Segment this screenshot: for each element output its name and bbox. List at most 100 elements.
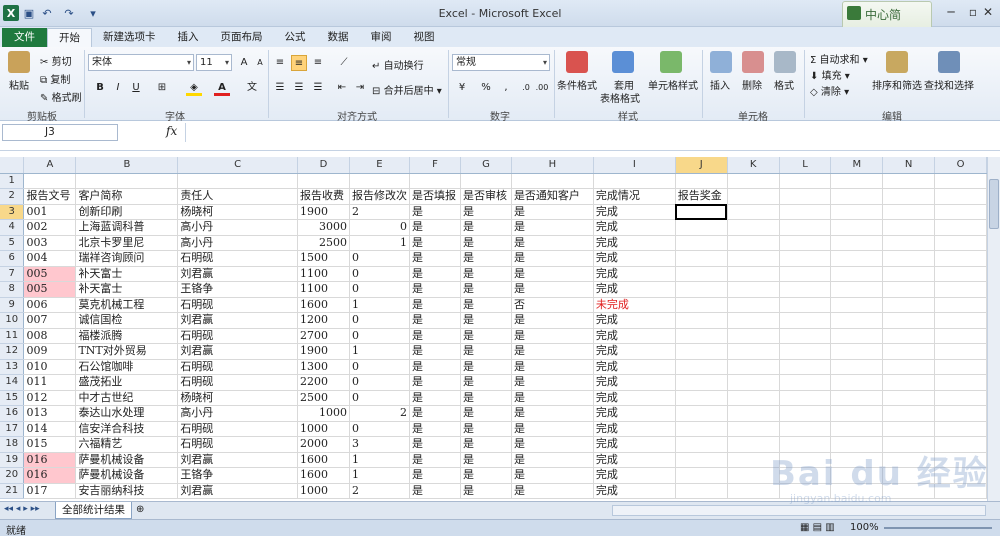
insert-cells-icon[interactable] [710, 51, 732, 73]
cell[interactable] [675, 421, 728, 437]
cell[interactable]: 0 [349, 219, 410, 236]
cell[interactable]: 客户简称 [75, 188, 179, 205]
cell[interactable] [934, 266, 987, 282]
cell[interactable] [934, 312, 987, 329]
column-header[interactable]: C [177, 157, 298, 174]
cell[interactable]: 是 [409, 467, 461, 484]
cell[interactable]: 石明砚 [177, 250, 298, 267]
cell[interactable] [830, 235, 884, 251]
bold-button[interactable]: B [92, 80, 108, 96]
cell[interactable]: 是 [409, 235, 461, 251]
cell[interactable]: 004 [23, 250, 77, 267]
cell[interactable] [830, 173, 884, 189]
row-header[interactable]: 5 [0, 235, 25, 251]
cell[interactable]: 012 [23, 390, 77, 406]
cell[interactable]: 1 [349, 452, 410, 468]
conditional-format-button[interactable]: 条件格式 [557, 77, 597, 92]
cell[interactable]: 3000 [297, 219, 350, 236]
row-header[interactable]: 15 [0, 390, 25, 406]
cell[interactable]: 是 [511, 452, 594, 468]
cell[interactable]: 是 [511, 421, 594, 437]
cell[interactable]: 是 [460, 204, 512, 220]
sheet-nav-arrows[interactable]: ◂◂ ◂ ▸ ▸▸ [4, 504, 40, 514]
row-header[interactable]: 16 [0, 405, 25, 422]
cell[interactable]: 中才古世纪 [75, 390, 179, 406]
cell[interactable]: 是 [511, 250, 594, 267]
column-header[interactable]: M [830, 157, 884, 174]
cell[interactable]: 1600 [297, 297, 350, 313]
cell[interactable]: 完成 [593, 483, 676, 499]
cell[interactable]: 石明砚 [177, 374, 298, 391]
cell[interactable]: 2200 [297, 374, 350, 391]
cell[interactable] [675, 173, 728, 189]
cell[interactable]: 015 [23, 436, 77, 453]
view-buttons-icon[interactable]: ▦ ▤ ▥ [800, 522, 835, 533]
cell[interactable]: 008 [23, 328, 77, 344]
cell[interactable]: 完成 [593, 235, 676, 251]
cell[interactable]: 是 [460, 266, 512, 282]
cell[interactable]: 否 [511, 297, 594, 313]
cell[interactable]: 是 [511, 204, 594, 220]
cell[interactable]: 3 [349, 436, 410, 453]
tab-view[interactable]: 视图 [403, 28, 446, 47]
cell[interactable]: 0 [349, 328, 410, 344]
cell[interactable]: 是 [511, 266, 594, 282]
phonetic-icon[interactable]: 文 [244, 80, 260, 96]
cell[interactable]: 石明砚 [177, 359, 298, 375]
cell[interactable] [675, 235, 728, 251]
cell[interactable]: 杨晓柯 [177, 390, 298, 406]
row-header[interactable]: 18 [0, 436, 25, 453]
cell[interactable] [779, 359, 832, 375]
cell[interactable] [593, 173, 676, 189]
cell[interactable] [830, 390, 884, 406]
align-left-icon[interactable]: ☰ [272, 80, 288, 96]
cell[interactable]: 报告修改次 [349, 188, 410, 205]
cell[interactable] [830, 188, 884, 205]
cell[interactable] [177, 173, 298, 189]
column-header[interactable]: A [23, 157, 77, 174]
cell[interactable]: 刘君赢 [177, 266, 298, 282]
tab-data[interactable]: 数据 [317, 28, 360, 47]
column-header[interactable]: N [882, 157, 936, 174]
cell[interactable]: 完成 [593, 266, 676, 282]
cell-styles-icon[interactable] [660, 51, 682, 73]
cell[interactable] [830, 374, 884, 391]
cell[interactable] [779, 266, 832, 282]
cell[interactable] [882, 374, 936, 391]
comma-icon[interactable]: , [498, 80, 514, 96]
cell[interactable] [779, 405, 832, 422]
active-cell[interactable] [675, 204, 728, 220]
cell[interactable] [727, 359, 780, 375]
cell[interactable] [727, 219, 780, 236]
cell[interactable] [882, 312, 936, 329]
grow-font-icon[interactable]: A [236, 55, 252, 71]
sheet-tab-all[interactable]: 全部统计结果 [55, 502, 132, 519]
cell[interactable] [934, 343, 987, 360]
cell[interactable] [779, 343, 832, 360]
cell[interactable]: 是 [511, 405, 594, 422]
align-bottom-icon[interactable]: ≡ [310, 55, 326, 71]
cell[interactable]: 刘君赢 [177, 312, 298, 329]
cell[interactable] [779, 297, 832, 313]
cell[interactable]: 报告奖金 [675, 188, 728, 205]
cell[interactable] [511, 173, 594, 189]
cell[interactable]: 2 [349, 483, 410, 499]
cell[interactable]: 2700 [297, 328, 350, 344]
paste-icon[interactable] [8, 51, 30, 73]
cell[interactable] [830, 405, 884, 422]
formula-input[interactable] [185, 123, 1000, 142]
conditional-format-icon[interactable] [566, 51, 588, 73]
cell[interactable] [830, 359, 884, 375]
cell[interactable] [727, 405, 780, 422]
cell[interactable] [675, 405, 728, 422]
cell[interactable]: 是 [409, 421, 461, 437]
cell[interactable]: 007 [23, 312, 77, 329]
increase-decimal-icon[interactable]: .0 [518, 80, 534, 96]
cell[interactable]: 是 [409, 219, 461, 236]
column-header[interactable]: H [511, 157, 594, 174]
cell[interactable] [675, 328, 728, 344]
insert-sheet-icon[interactable]: ⊕ [136, 504, 144, 515]
cell[interactable]: 完成 [593, 312, 676, 329]
row-header[interactable]: 1 [0, 173, 25, 189]
align-top-icon[interactable]: ≡ [272, 55, 288, 71]
